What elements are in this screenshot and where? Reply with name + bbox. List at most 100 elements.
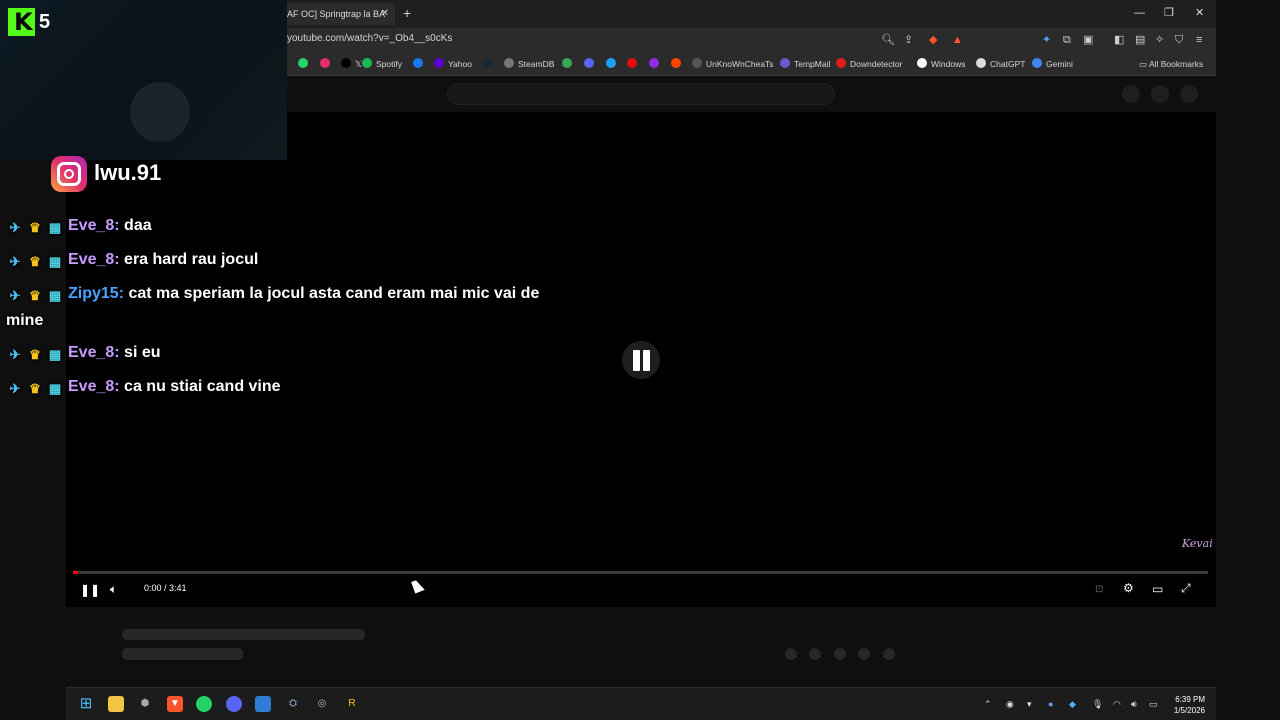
bookmark-item[interactable] [671, 58, 685, 70]
bookmark-item[interactable] [584, 58, 598, 70]
tray-battery-icon[interactable]: ▭ [1149, 698, 1158, 710]
vpn-icon[interactable]: ⛉ [1175, 33, 1183, 47]
tray-steam-icon[interactable]: ◉ [1006, 698, 1014, 710]
bookmark-item[interactable] [482, 58, 496, 70]
minimize-button[interactable]: — [1134, 5, 1145, 21]
chat-text: si eu [124, 344, 161, 361]
brave-browser-icon[interactable]: ▼ [167, 696, 183, 712]
tray-mic-icon[interactable]: 🎙︎ [1092, 698, 1103, 710]
moderator-badge-icon: ✈ [9, 254, 21, 269]
taskbar-clock[interactable]: 6:39 PM 1/5/2026 [1169, 694, 1205, 716]
clock-time: 6:39 PM [1175, 695, 1205, 704]
instagram-glyph [57, 162, 81, 186]
kick-logo-letter: K [14, 8, 33, 36]
chat-text: daa [124, 217, 152, 234]
bookmark-favicon-icon [482, 58, 492, 68]
restore-button[interactable]: ❐ [1164, 5, 1174, 21]
miniplayer-icon[interactable]: ▭ [1152, 582, 1163, 596]
app-r-icon[interactable]: R [344, 696, 360, 712]
file-explorer-icon[interactable] [108, 696, 124, 712]
pause-overlay-icon[interactable] [622, 341, 660, 379]
bookmark-item[interactable]: Downdetector [836, 58, 902, 70]
bookmark-item[interactable] [606, 58, 620, 70]
screenshot-icon[interactable]: ▣ [1083, 33, 1093, 47]
settings-gear-icon[interactable]: ⚙ [1123, 581, 1134, 595]
translate-extension-icon[interactable]: ✦ [1042, 33, 1051, 47]
tray-network-icon[interactable]: ● [1048, 698, 1053, 710]
bookmark-item[interactable]: Spotify [362, 58, 402, 70]
start-icon[interactable]: ⊞ [78, 696, 94, 712]
chat-username: Eve_8: [68, 344, 120, 361]
captions-icon[interactable]: ⊡ [1095, 583, 1103, 597]
chat-username: Eve_8: [68, 378, 120, 395]
bookmark-item[interactable]: 𝕏 [341, 58, 362, 70]
brave-shield-icon[interactable]: ◆ [929, 33, 937, 47]
bookmark-item[interactable] [562, 58, 576, 70]
bookmark-favicon-icon [976, 58, 986, 68]
channel-watermark[interactable]: Kevai [1182, 537, 1213, 550]
search-input[interactable] [447, 83, 835, 105]
progress-bar[interactable] [73, 571, 1208, 574]
steam-icon[interactable]: ⛭ [285, 696, 301, 712]
bookmark-item[interactable]: Windows [917, 58, 965, 70]
subscriber-badge-icon: ▦ [48, 381, 62, 396]
crown-badge-icon: ♛ [29, 220, 41, 235]
bookmark-item[interactable] [320, 58, 334, 70]
volume-icon[interactable]: 🔈︎ [110, 582, 117, 596]
bookmark-item[interactable] [413, 58, 427, 70]
pause-bar-right [643, 350, 650, 371]
chat-text: era hard rau jocul [124, 251, 259, 268]
create-icon[interactable] [1122, 85, 1140, 103]
bookmark-favicon-icon [627, 58, 637, 68]
tray-chevron-icon[interactable]: ⌃ [984, 698, 992, 710]
tray-app-icon[interactable]: ▾ [1027, 698, 1032, 710]
bookmark-item[interactable] [298, 58, 312, 70]
bookmark-favicon-icon [917, 58, 927, 68]
avatar[interactable] [1180, 85, 1198, 103]
fullscreen-icon[interactable]: ⤢ [1181, 581, 1191, 595]
whatsapp-icon[interactable] [196, 696, 212, 712]
photos-icon[interactable] [255, 696, 271, 712]
browser-tab[interactable]: AF OC] Springtrap la BA ✕ [280, 3, 395, 25]
bookmark-item[interactable]: UnKnoWnCheaTs [692, 58, 774, 70]
tray-security-icon[interactable]: ◆ [1069, 698, 1076, 710]
app-icon[interactable]: ⬢ [137, 696, 153, 712]
tab-close-icon[interactable]: ✕ [381, 3, 389, 25]
bookmark-item[interactable]: SteamDB [504, 58, 554, 70]
brave-rewards-icon[interactable]: ▲ [952, 33, 963, 47]
sidebar-icon[interactable]: ◧ [1114, 33, 1124, 47]
bookmark-favicon-icon [320, 58, 330, 68]
extensions-icon[interactable]: ⧉ [1063, 33, 1071, 47]
bookmark-favicon-icon [362, 58, 372, 68]
wallet-icon[interactable]: ▤ [1135, 33, 1145, 47]
video-info-placeholder [66, 607, 1216, 687]
discord-icon[interactable] [226, 696, 242, 712]
bookmark-label: UnKnoWnCheaTs [706, 59, 774, 69]
bookmark-item[interactable] [627, 58, 641, 70]
bookmark-item[interactable]: ChatGPT [976, 58, 1025, 70]
obs-icon[interactable]: ◎ [314, 696, 330, 712]
instagram-handle: lwu.91 [94, 160, 162, 185]
zoom-icon[interactable]: 🔍︎ [881, 33, 895, 47]
tray-volume-icon[interactable]: 🔊︎ [1131, 698, 1137, 710]
bookmark-favicon-icon [584, 58, 594, 68]
bookmark-favicon-icon [692, 58, 702, 68]
menu-icon[interactable]: ≡ [1196, 33, 1202, 47]
share-icon[interactable]: ⇪ [904, 33, 913, 47]
bookmark-item[interactable]: Yahoo [434, 58, 472, 70]
progress-fill [73, 571, 78, 574]
action-skeleton [858, 648, 870, 660]
bookmark-item[interactable] [649, 58, 663, 70]
url-field[interactable]: youtube.com/watch?v=_Ob4__s0cKs [287, 33, 452, 44]
pause-icon[interactable]: ❚❚ [80, 583, 100, 597]
close-window-button[interactable]: ✕ [1195, 5, 1204, 21]
notifications-icon[interactable] [1151, 85, 1169, 103]
leo-ai-icon[interactable]: ✧ [1155, 33, 1164, 47]
bookmark-item[interactable]: TempMail [780, 58, 830, 70]
bookmark-label: Downdetector [850, 59, 903, 69]
new-tab-button[interactable]: + [403, 5, 411, 21]
bookmark-item[interactable]: Gemini [1032, 58, 1073, 70]
tray-wifi-icon[interactable]: ◠ [1113, 698, 1121, 710]
all-bookmarks-button[interactable]: ▭ All Bookmarks [1139, 58, 1203, 70]
moderator-badge-icon: ✈ [9, 220, 21, 235]
